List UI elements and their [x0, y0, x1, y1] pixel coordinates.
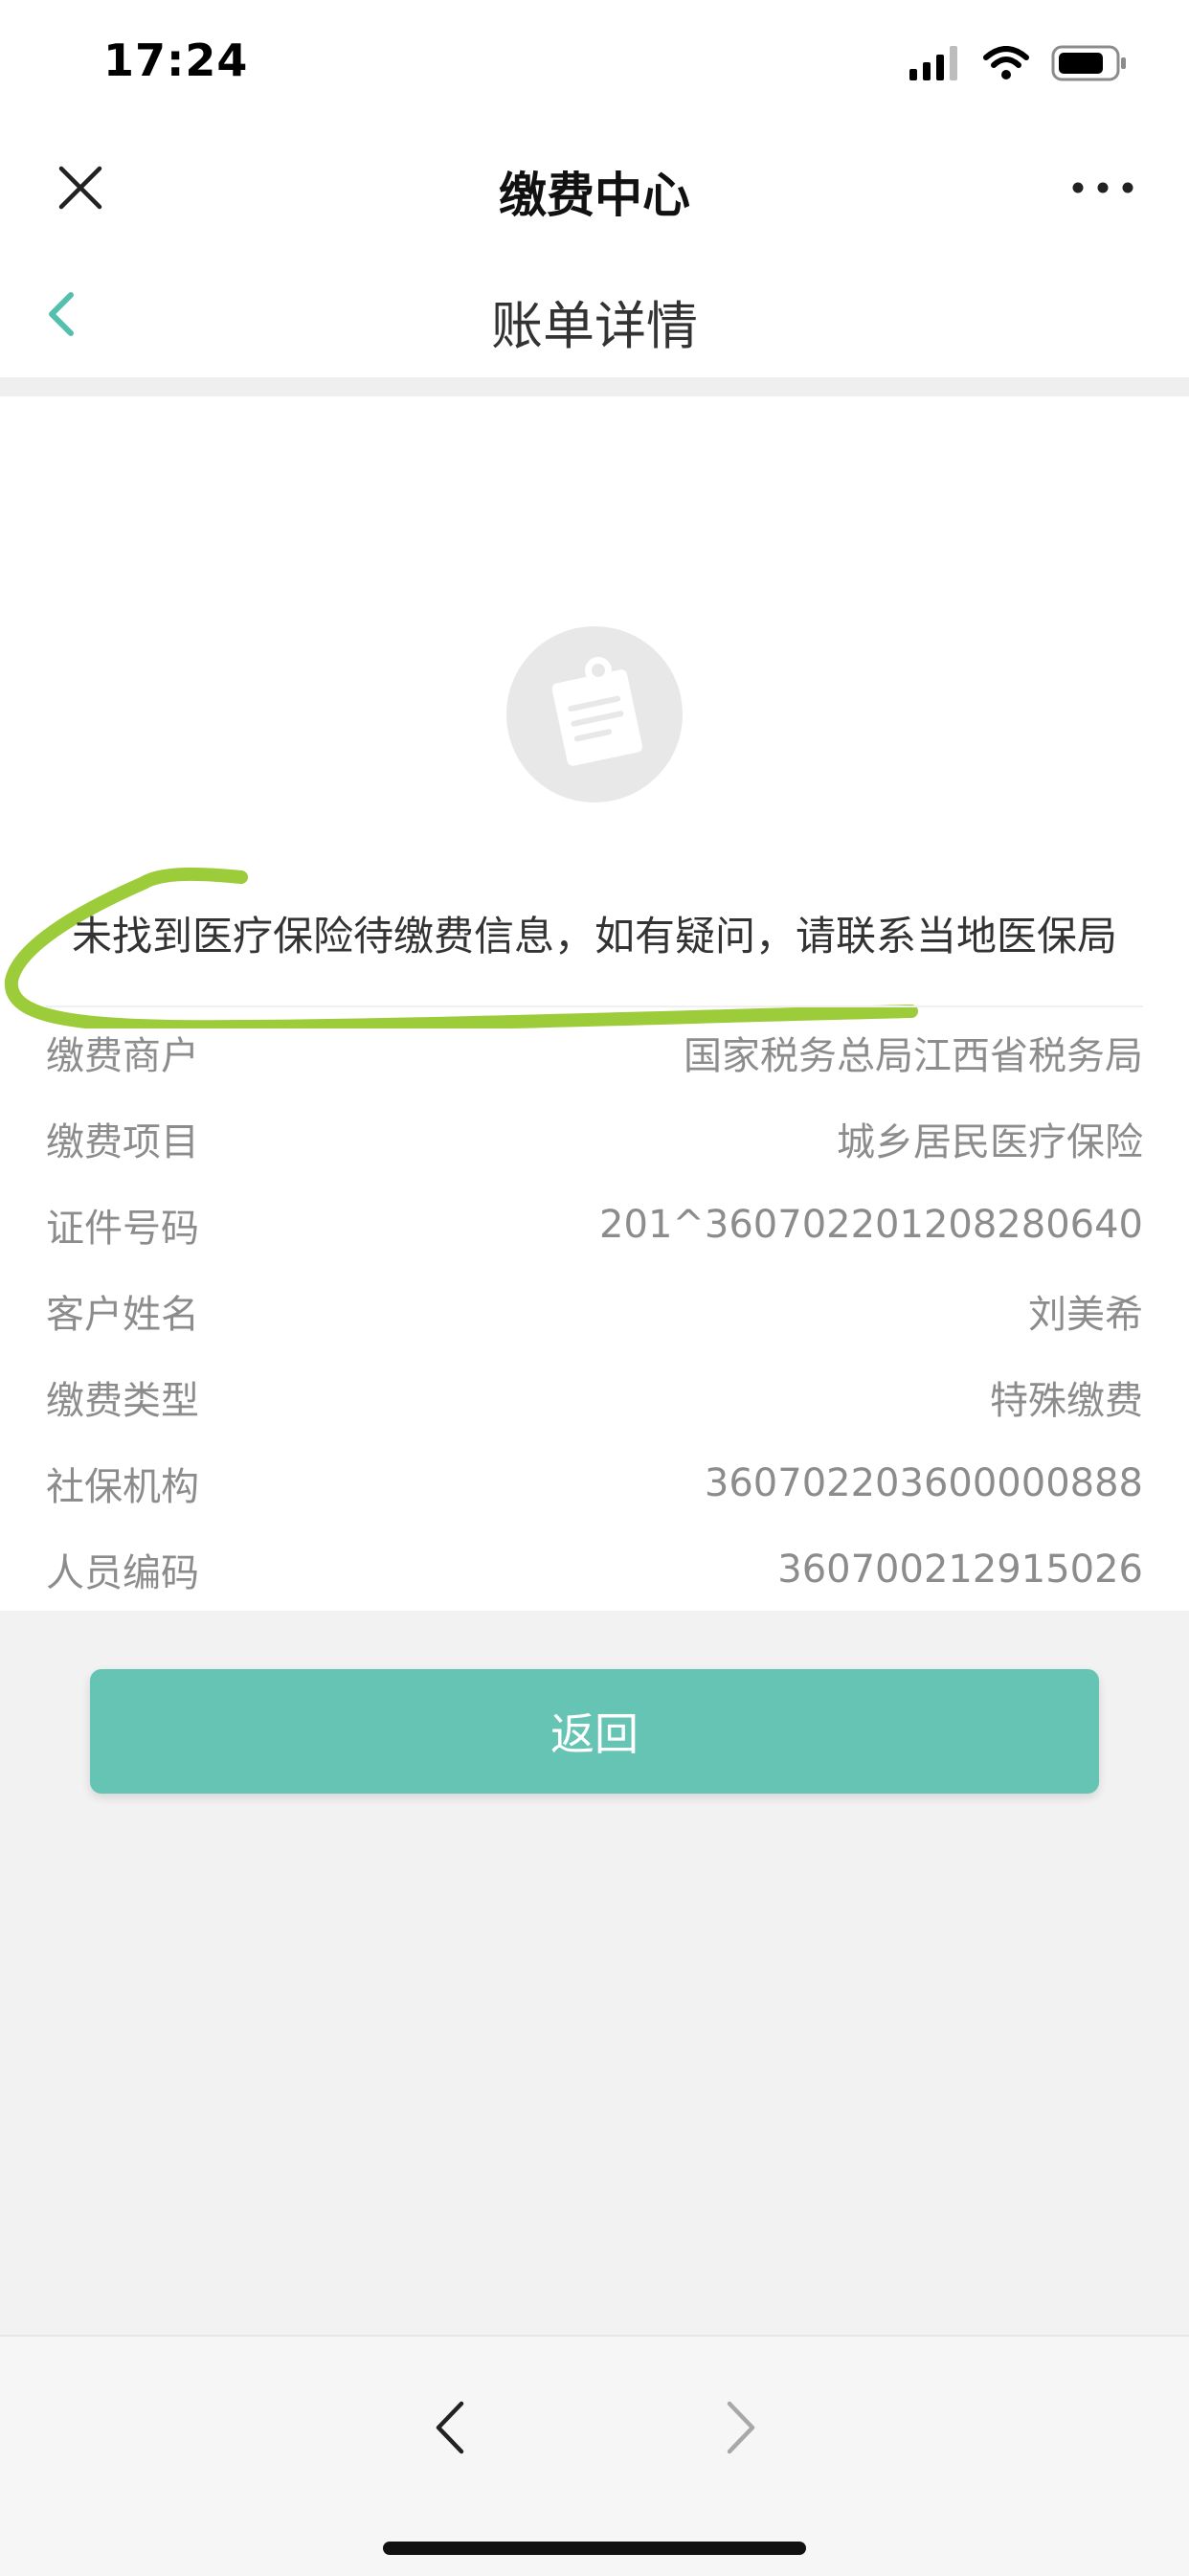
sub-header: 账单详情 [0, 251, 1189, 377]
bill-detail-card: 未找到医疗保险待缴费信息，如有疑问，请联系当地医保局 缴费商户 国家税务总局江西… [0, 396, 1189, 1611]
info-label: 客户姓名 [46, 1293, 199, 1337]
battery-icon [1051, 45, 1126, 81]
info-row-payment-type: 缴费类型 特殊缴费 [46, 1354, 1143, 1440]
chevron-right-icon [727, 2401, 755, 2454]
info-row-personnel-code: 人员编码 360700212915026 [46, 1526, 1143, 1613]
info-row-merchant: 缴费商户 国家税务总局江西省税务局 [46, 1009, 1143, 1096]
section-divider [0, 377, 1189, 396]
info-row-customer-name: 客户姓名 刘美希 [46, 1268, 1143, 1354]
info-label: 社保机构 [46, 1465, 199, 1509]
page-title: 缴费中心 [499, 168, 690, 223]
chevron-left-icon [436, 2401, 464, 2454]
info-value: 特殊缴费 [990, 1379, 1143, 1423]
status-time: 17:24 [103, 34, 249, 86]
more-icon [1072, 182, 1133, 193]
info-divider [46, 1006, 1143, 1007]
return-button[interactable]: 返回 [90, 1669, 1099, 1794]
info-label: 缴费类型 [46, 1379, 199, 1423]
info-value: 360700212915026 [777, 1548, 1143, 1592]
sub-title: 账单详情 [491, 296, 698, 356]
info-label: 缴费商户 [46, 1034, 199, 1078]
info-row-social-security-agency: 社保机构 360702203600000888 [46, 1440, 1143, 1526]
info-label: 证件号码 [46, 1207, 199, 1251]
info-row-id-number: 证件号码 201^360702201208280640 [46, 1182, 1143, 1268]
status-icons [909, 42, 1128, 84]
bill-document-icon [506, 626, 683, 802]
info-label: 缴费项目 [46, 1120, 199, 1164]
info-label: 人员编码 [46, 1551, 199, 1595]
home-indicator [383, 2542, 806, 2555]
signal-icon [909, 46, 957, 80]
more-button[interactable] [1065, 169, 1141, 207]
bottom-nav-bar [0, 2335, 1189, 2576]
info-value: 刘美希 [1028, 1293, 1143, 1337]
wifi-icon [983, 46, 1029, 79]
info-value: 国家税务总局江西省税务局 [684, 1034, 1143, 1078]
app-header: 缴费中心 [0, 126, 1189, 251]
info-value: 201^360702201208280640 [599, 1203, 1143, 1247]
info-value: 360702203600000888 [704, 1461, 1143, 1505]
info-value: 城乡居民医疗保险 [837, 1120, 1143, 1164]
status-bar: 17:24 [0, 0, 1189, 126]
info-list: 缴费商户 国家税务总局江西省税务局 缴费项目 城乡居民医疗保险 证件号码 201… [46, 1009, 1143, 1613]
no-bill-message: 未找到医疗保险待缴费信息，如有疑问，请联系当地医保局 [71, 913, 1117, 960]
browser-back-button[interactable] [421, 2384, 479, 2471]
browser-forward-button[interactable] [712, 2384, 770, 2471]
info-row-item: 缴费项目 城乡居民医疗保险 [46, 1096, 1143, 1182]
